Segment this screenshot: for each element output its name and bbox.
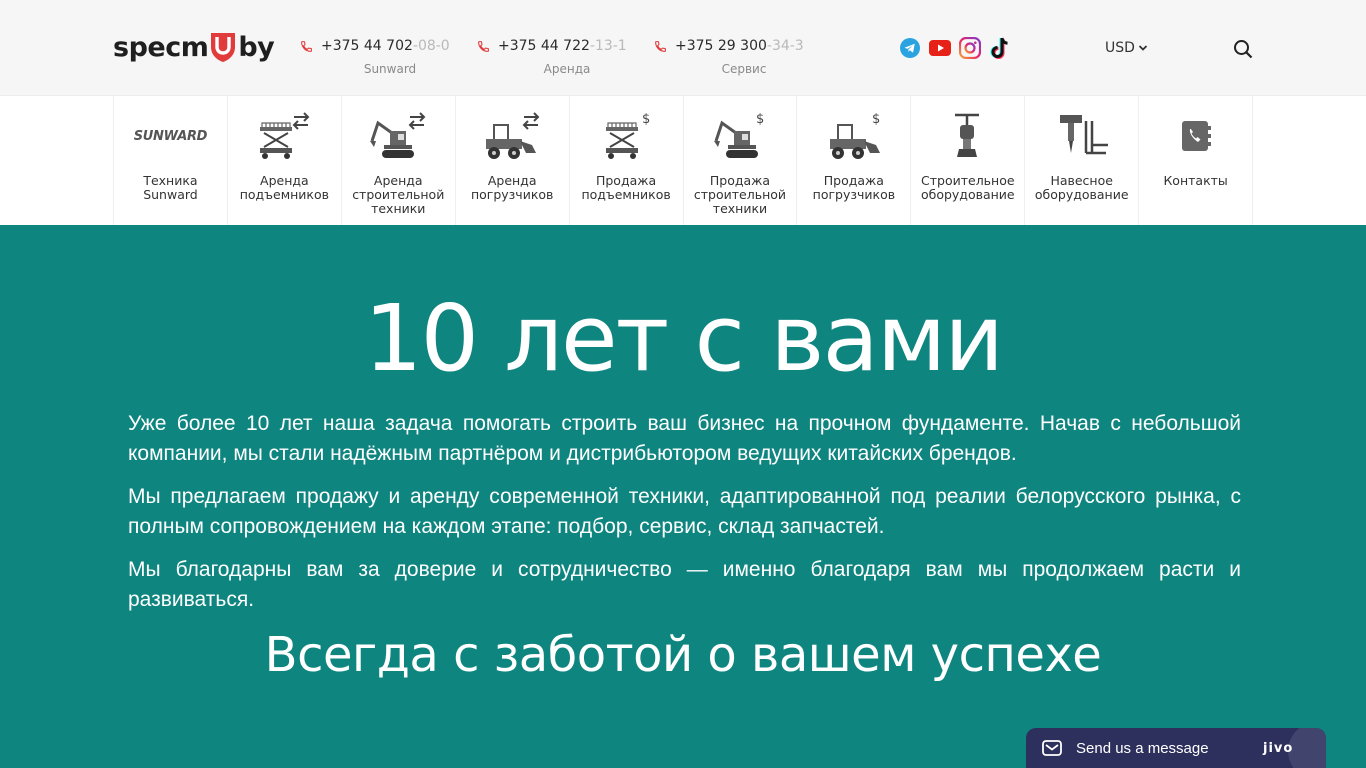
svg-text:$: $ — [872, 112, 880, 127]
site-logo[interactable]: specm by — [113, 30, 275, 64]
nav-item-label: Аренда погрузчиков — [470, 173, 554, 202]
chat-decor-circle — [1288, 728, 1326, 768]
catalog-nav: SUNWARD Техника Sunward Аренда подъемник… — [113, 96, 1254, 225]
jivo-logo: jivo — [1263, 740, 1294, 756]
loader-sale-icon: $ — [814, 110, 894, 162]
nav-item-sunward[interactable]: SUNWARD Техника Sunward — [114, 96, 228, 225]
nav-item-label: Продажа строительной техники — [693, 173, 787, 216]
phone-caption: Сервис — [721, 62, 767, 76]
social-links — [899, 37, 1011, 59]
phone-number-tail: -08-0 — [412, 38, 450, 54]
loader-rent-icon — [472, 110, 552, 162]
scissor-lift-rent-icon — [244, 110, 324, 162]
youtube-icon[interactable] — [929, 37, 951, 59]
hero-slogan: Всегда с заботой о вашем успехе — [264, 627, 1102, 683]
nav-item-label: Навесное оборудование — [1034, 173, 1129, 202]
tiktok-icon[interactable] — [989, 37, 1011, 59]
nav-item-label: Контакты — [1163, 173, 1228, 188]
nav-item-loader-sale[interactable]: $ Продажа погрузчиков — [797, 96, 912, 225]
nav-item-construction-sale[interactable]: $ Продажа строительной техники — [684, 96, 798, 225]
currency-select[interactable]: USD — [1105, 40, 1148, 56]
phone-number-tail: -13-1 — [589, 38, 627, 54]
nav-item-label: Техника Sunward — [143, 173, 198, 202]
phone-icon — [300, 40, 313, 53]
phone-caption: Sunward — [363, 62, 417, 76]
hero-title: 10 лет с вами — [363, 285, 1004, 392]
nav-item-label: Продажа погрузчиков — [812, 173, 896, 202]
chevron-down-icon — [1138, 40, 1148, 56]
phone-service[interactable]: +375 29 300 -34-3 Сервис — [654, 38, 831, 76]
hero-paragraph-1: Уже более 10 лет наша задача помогать ст… — [128, 412, 1241, 465]
rammer-icon — [928, 110, 1008, 162]
nav-item-label: Строительное оборудование — [920, 173, 1015, 202]
phone-number: +375 44 722 — [498, 38, 590, 54]
top-header: specm by +375 44 702 -08-0 Sunward +375 … — [0, 0, 1366, 96]
envelope-icon — [1042, 740, 1062, 756]
nav-item-label: Аренда подъемников — [239, 173, 329, 202]
nav-item-lift-rent[interactable]: Аренда подъемников — [228, 96, 342, 225]
contacts-icon — [1156, 110, 1236, 162]
nav-item-construction-rent[interactable]: Аренда строительной техники — [342, 96, 456, 225]
nav-item-lift-sale[interactable]: $ Продажа подъемников — [570, 96, 684, 225]
logo-text-left: specm — [113, 31, 209, 63]
nav-item-label: Аренда строительной техники — [352, 173, 445, 216]
attachment-icon — [1042, 110, 1122, 162]
nav-item-contacts[interactable]: Контакты — [1139, 96, 1254, 225]
telegram-icon[interactable] — [899, 37, 921, 59]
excavator-rent-icon — [358, 110, 438, 162]
chat-widget-button[interactable]: Send us a message jivo — [1026, 728, 1326, 768]
currency-value: USD — [1105, 40, 1135, 56]
sunward-logo: SUNWARD — [133, 128, 208, 144]
phone-icon — [477, 40, 490, 53]
phone-icon — [654, 40, 667, 53]
phone-sunward[interactable]: +375 44 702 -08-0 Sunward — [300, 38, 477, 76]
hero-banner: 10 лет с вами Уже более 10 лет наша зада… — [0, 225, 1366, 768]
phone-number: +375 44 702 — [321, 38, 413, 54]
svg-text:$: $ — [642, 112, 650, 127]
logo-text-right: by — [238, 31, 275, 63]
nav-item-construction-equipment[interactable]: Строительное оборудование — [911, 96, 1026, 225]
excavator-sale-icon: $ — [700, 110, 780, 162]
svg-text:$: $ — [756, 112, 764, 127]
nav-item-loader-rent[interactable]: Аренда погрузчиков — [456, 96, 570, 225]
phone-rent[interactable]: +375 44 722 -13-1 Аренда — [477, 38, 654, 76]
nav-item-attachments[interactable]: Навесное оборудование — [1025, 96, 1140, 225]
instagram-icon[interactable] — [959, 37, 981, 59]
hero-paragraph-3: Мы благодарны вам за доверие и сотруднич… — [128, 558, 1241, 611]
logo-shield-icon — [209, 31, 237, 63]
nav-item-label: Продажа подъемников — [581, 173, 671, 202]
phone-number: +375 29 300 — [675, 38, 767, 54]
phone-number-tail: -34-3 — [766, 38, 804, 54]
chat-label: Send us a message — [1076, 739, 1209, 757]
scissor-lift-sale-icon: $ — [586, 110, 666, 162]
search-icon[interactable] — [1233, 39, 1253, 59]
phone-list: +375 44 702 -08-0 Sunward +375 44 722 -13-… — [300, 38, 831, 76]
phone-caption: Аренда — [543, 62, 591, 76]
hero-paragraph-2: Мы предлагаем продажу и аренду современн… — [128, 485, 1241, 538]
